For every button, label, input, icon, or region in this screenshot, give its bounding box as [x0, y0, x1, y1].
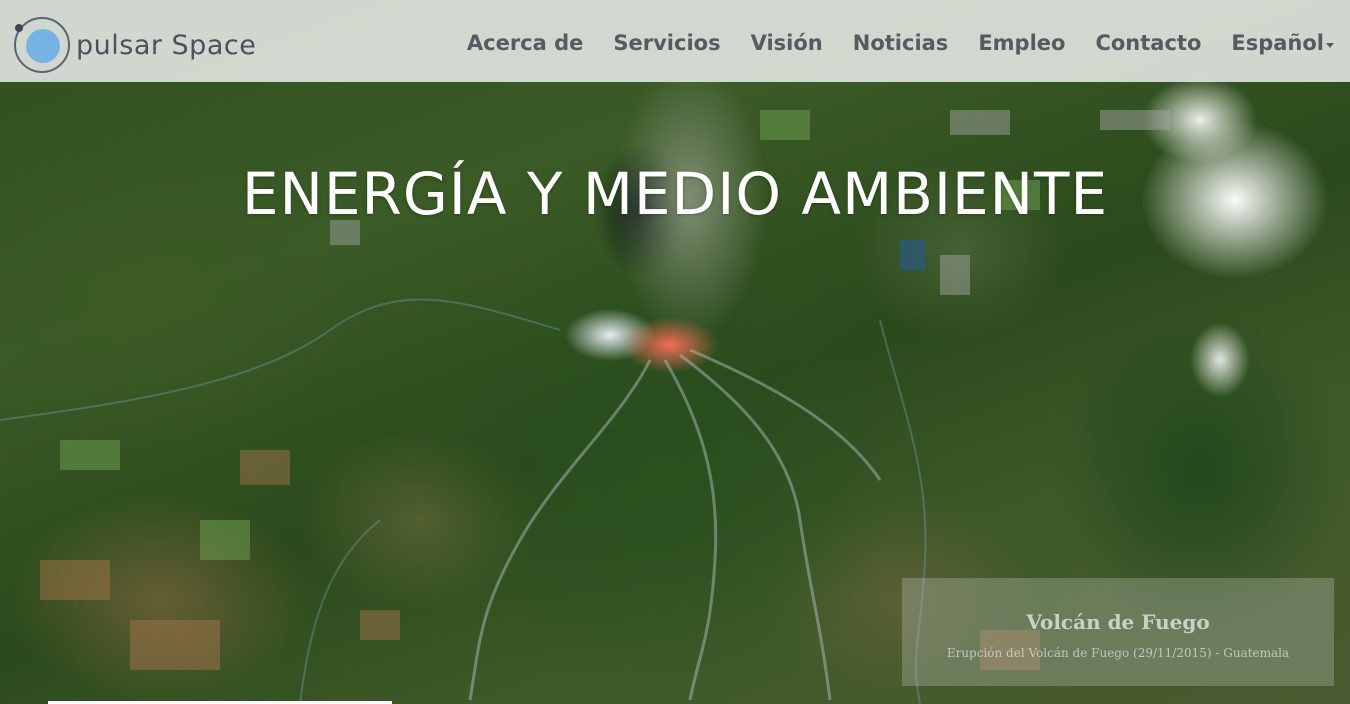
- hero-headline: ENERGÍA Y MEDIO AMBIENTE: [241, 160, 1109, 228]
- slide-caption: Volcán de Fuego Erupción del Volcán de F…: [902, 578, 1334, 686]
- pulsar-logo-icon: [14, 17, 70, 73]
- logo-planet-circle: [26, 29, 60, 63]
- logo-text: pulsar Space: [76, 29, 257, 61]
- caret-down-icon: [1326, 42, 1334, 48]
- main-nav: Acerca de Servicios Visión Noticias Empl…: [437, 2, 1334, 84]
- nav-item-vision[interactable]: Visión: [751, 31, 823, 55]
- logo[interactable]: pulsar Space: [14, 16, 256, 74]
- nav-item-acerca-de[interactable]: Acerca de: [467, 31, 584, 55]
- caption-subtitle: Erupción del Volcán de Fuego (29/11/2015…: [946, 646, 1290, 660]
- caption-title: Volcán de Fuego: [1026, 610, 1210, 634]
- nav-item-contacto[interactable]: Contacto: [1095, 31, 1201, 55]
- logo-moon-dot: [15, 24, 23, 32]
- nav-item-noticias[interactable]: Noticias: [853, 31, 949, 55]
- nav-item-servicios[interactable]: Servicios: [613, 31, 720, 55]
- language-label: Español: [1231, 31, 1324, 55]
- nav-item-empleo[interactable]: Empleo: [978, 31, 1065, 55]
- top-navbar: pulsar Space Acerca de Servicios Visión …: [0, 0, 1350, 82]
- language-dropdown[interactable]: Español: [1231, 31, 1334, 55]
